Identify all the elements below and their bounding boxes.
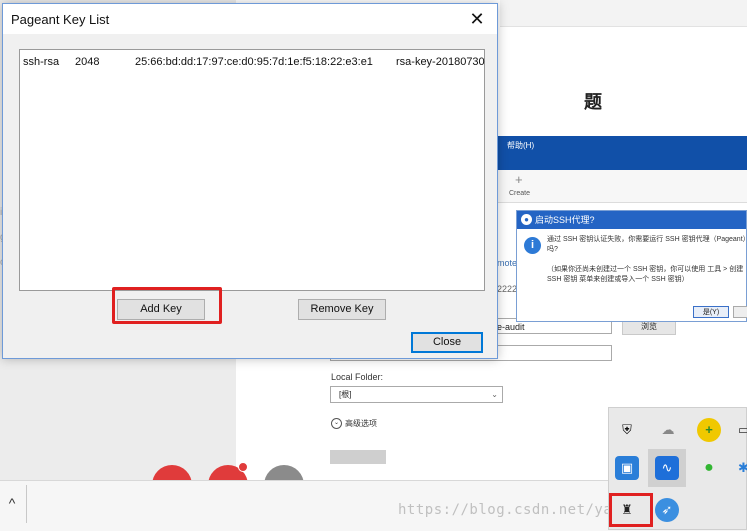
local-folder-label: Local Folder:	[331, 372, 384, 382]
port-field-fragment[interactable]: 2222	[497, 284, 517, 294]
ssh-dialog-hint: （如果你还尚未创建过一个 SSH 密钥，你可以使用 工具 > 创建 SSH 密钥…	[547, 266, 744, 283]
ssh-dialog-message: 通过 SSH 密钥认证失败，你需要运行 SSH 密钥代理（Pageant）吗?	[547, 236, 747, 253]
create-button-label[interactable]: Create	[509, 190, 530, 197]
wave-icon[interactable]: ∿	[655, 456, 679, 480]
monitor-icon[interactable]: ▭	[738, 418, 747, 442]
close-icon[interactable]: ✕	[457, 4, 497, 34]
ssh-dialog-titlebar: ● 启动SSH代理?	[517, 211, 746, 229]
background-page-title: 题	[584, 92, 602, 112]
security-shield-icon[interactable]: ⛨	[615, 418, 639, 442]
create-plus-icon[interactable]: +	[515, 172, 523, 187]
close-button[interactable]: Close	[411, 332, 483, 353]
app-blue-icon[interactable]: ▣	[615, 456, 639, 480]
key-type: ssh-rsa	[23, 56, 60, 68]
wechat-icon[interactable]: ●	[697, 456, 721, 480]
yes-button[interactable]: 是(Y)	[693, 306, 729, 318]
key-list-box[interactable]: ssh-rsa 2048 25:66:bd:dd:17:97:ce:d0:95:…	[19, 49, 485, 291]
background-help-menu[interactable]: 帮助(H)	[507, 140, 534, 151]
background-toolbar	[497, 170, 747, 203]
remote-label-fragment: mote	[497, 258, 518, 268]
background-menu-bar	[497, 136, 747, 170]
add-key-highlight-box	[112, 287, 222, 324]
key-bits: 2048	[75, 56, 100, 68]
bluetooth-icon[interactable]: ✱	[738, 456, 747, 480]
local-folder-select[interactable]: [根] ⌄	[330, 386, 503, 403]
key-list-item[interactable]: ssh-rsa 2048 25:66:bd:dd:17:97:ce:d0:95:…	[20, 56, 485, 70]
taskbar-divider	[26, 485, 27, 523]
dialog-title: Pageant Key List	[11, 12, 110, 27]
advanced-options-label: 高级选项	[345, 419, 377, 428]
show-hidden-icons-chevron-icon[interactable]: ^	[0, 490, 24, 516]
green-plus-icon[interactable]: +	[697, 418, 721, 442]
onedrive-cloud-icon[interactable]: ☁	[656, 418, 680, 442]
info-icon: i	[524, 237, 541, 254]
notification-dot	[238, 462, 248, 472]
key-fingerprint: 25:66:bd:dd:17:97:ce:d0:95:7d:1e:f5:18:2…	[135, 56, 373, 68]
remove-key-button[interactable]: Remove Key	[298, 299, 386, 320]
start-ssh-agent-dialog: ● 启动SSH代理? i 通过 SSH 密钥认证失败，你需要运行 SSH 密钥代…	[516, 210, 747, 322]
background-top-strip	[500, 0, 747, 27]
chevron-down-icon: ⌄	[491, 390, 498, 399]
dialog-titlebar[interactable]: Pageant Key List ✕	[3, 4, 497, 34]
pageant-icon-highlight-box	[609, 493, 653, 527]
feather-icon[interactable]: ➶	[655, 498, 679, 522]
ssh-dialog-title: 启动SSH代理?	[535, 215, 595, 225]
key-comment: rsa-key-20180730	[396, 56, 485, 68]
pageant-key-list-dialog: Pageant Key List ✕ ssh-rsa 2048 25:66:bd…	[2, 3, 498, 359]
location-pin-icon: ●	[521, 214, 532, 225]
local-folder-value: [根]	[339, 390, 352, 399]
no-button[interactable]	[733, 306, 747, 318]
advanced-options-toggle[interactable]: ⌄ 高级选项	[331, 418, 377, 430]
chevron-circle-icon: ⌄	[331, 418, 342, 430]
background-open-button[interactable]	[330, 450, 386, 464]
